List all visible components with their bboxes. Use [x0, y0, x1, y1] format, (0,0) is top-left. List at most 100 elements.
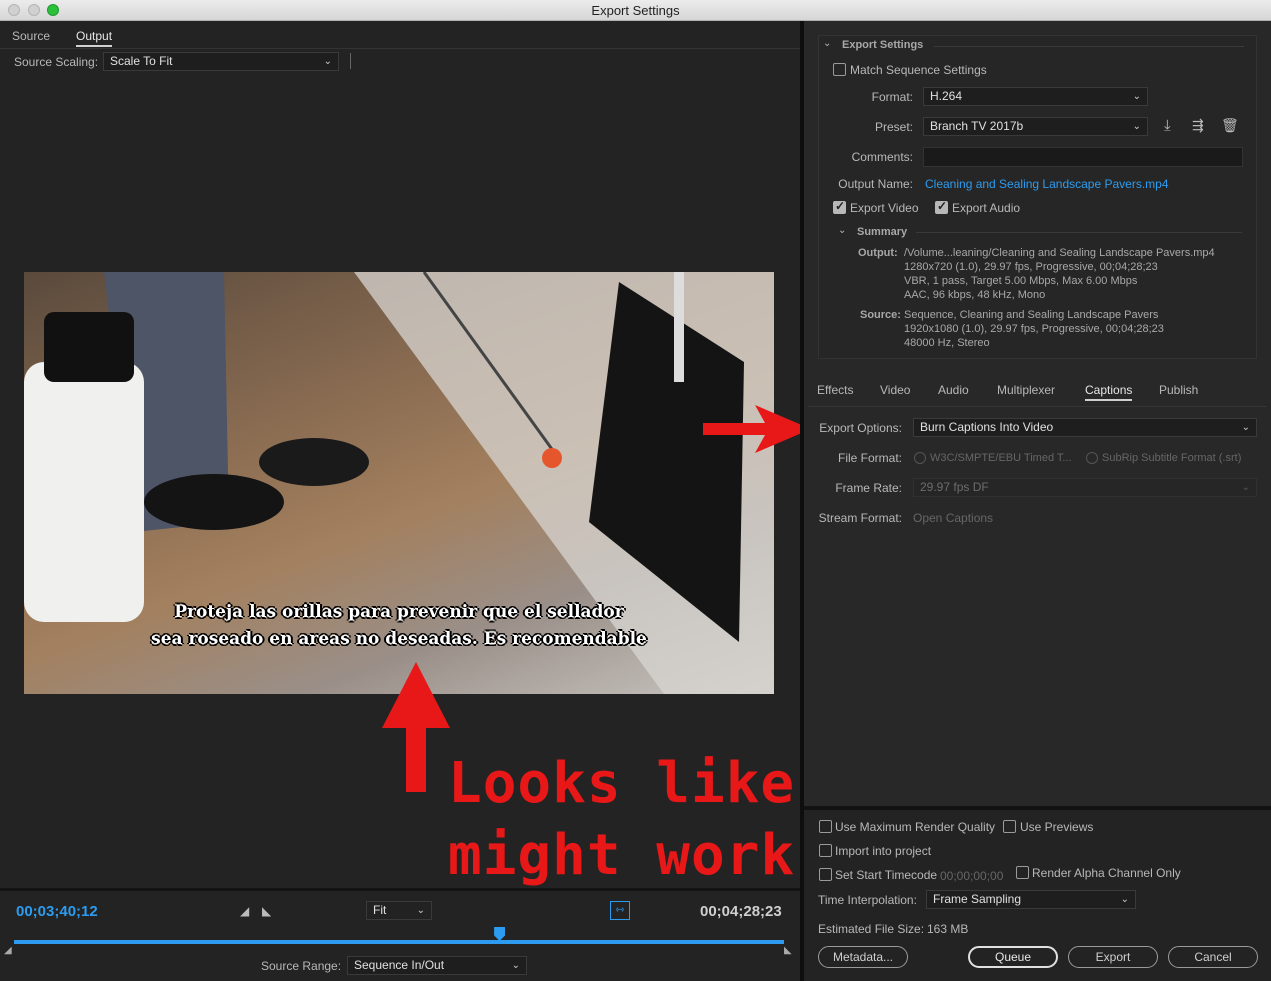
toolbar-separator — [350, 53, 351, 69]
file-format-option-timed-text: W3C/SMPTE/EBU Timed T... — [930, 452, 1072, 464]
zoom-window-button[interactable] — [47, 4, 59, 16]
frame-rate-value: 29.97 fps DF — [920, 480, 989, 494]
comments-input[interactable] — [923, 147, 1243, 167]
mark-out-icon[interactable]: ◣ — [262, 904, 271, 918]
nozzle-shape — [542, 448, 562, 468]
shoe-shape — [259, 438, 369, 486]
file-size-value: 163 MB — [927, 922, 969, 936]
tab-video[interactable]: Video — [880, 383, 910, 397]
chevron-down-icon[interactable]: ⌄ — [838, 225, 846, 236]
use-previews-checkbox[interactable] — [1003, 820, 1016, 833]
chevron-down-icon: ⌄ — [511, 960, 520, 971]
section-rule — [916, 232, 1242, 233]
preset-select[interactable]: Branch TV 2017b ⌄ — [923, 117, 1148, 136]
file-format-label: File Format: — [837, 451, 902, 465]
chevron-down-icon: ⌄ — [1241, 422, 1250, 433]
summary-header: Summary — [857, 226, 908, 238]
max-render-quality-checkbox[interactable] — [819, 820, 832, 833]
output-name-link[interactable]: Cleaning and Sealing Landscape Pavers.mp… — [925, 177, 1169, 191]
use-previews-label: Use Previews — [1020, 820, 1094, 834]
fit-range-icon[interactable]: ⇿ — [610, 901, 630, 920]
time-interpolation-label: Time Interpolation: — [818, 893, 917, 907]
arrow-up-icon — [382, 662, 450, 792]
file-size-label: Estimated File Size: — [818, 922, 925, 936]
zoom-select[interactable]: Fit ⌄ — [366, 901, 432, 920]
chevron-down-icon[interactable]: ⌄ — [823, 38, 831, 49]
delete-preset-icon[interactable]: 🗑 — [1221, 117, 1239, 134]
stream-format-label: Stream Format: — [818, 511, 902, 525]
tab-audio[interactable]: Audio — [938, 383, 969, 397]
set-start-timecode-label: Set Start Timecode — [835, 868, 938, 882]
chevron-down-icon: ⌄ — [1132, 91, 1141, 102]
range-end-handle-icon[interactable]: ◣ — [784, 945, 792, 956]
time-interpolation-select[interactable]: Frame Sampling ⌄ — [926, 890, 1136, 909]
tab-publish[interactable]: Publish — [1159, 383, 1198, 397]
arrow-right-icon — [703, 405, 811, 453]
render-alpha-checkbox[interactable] — [1016, 866, 1029, 879]
metadata-button[interactable]: Metadata... — [818, 946, 908, 968]
queue-button[interactable]: Queue — [968, 946, 1058, 968]
format-select[interactable]: H.264 ⌄ — [923, 87, 1148, 106]
file-format-radio-timed-text[interactable] — [914, 452, 926, 464]
pole-shape — [674, 272, 684, 382]
title-bar: Export Settings — [0, 0, 1271, 21]
source-scaling-label: Source Scaling: — [14, 55, 99, 69]
preset-label: Preset: — [874, 120, 913, 134]
window-title: Export Settings — [591, 3, 680, 18]
summary-source-label: Source: — [860, 309, 901, 321]
summary-output-line: /Volume...leaning/Cleaning and Sealing L… — [904, 247, 1215, 259]
start-timecode-value[interactable]: 00;00;00;00 — [940, 869, 1003, 883]
summary-output-label: Output: — [858, 247, 898, 259]
export-button[interactable]: Export — [1068, 946, 1158, 968]
sprayer-pump-shape — [44, 312, 134, 382]
tab-output[interactable]: Output — [76, 29, 113, 47]
sprayer-tank-shape — [24, 362, 144, 622]
zoom-value: Fit — [373, 903, 387, 917]
cancel-button[interactable]: Cancel — [1168, 946, 1258, 968]
source-scaling-select[interactable]: Scale To Fit ⌄ — [103, 52, 339, 71]
tab-divider — [808, 406, 1267, 407]
import-preset-icon[interactable]: ⇶ — [1192, 117, 1204, 134]
section-rule — [934, 46, 1244, 47]
range-start-handle-icon[interactable]: ◢ — [4, 945, 12, 956]
chevron-down-icon: ⌄ — [323, 56, 332, 67]
import-into-project-checkbox[interactable] — [819, 844, 832, 857]
current-timecode[interactable]: 00;03;40;12 — [16, 903, 98, 920]
minimize-window-button[interactable] — [28, 4, 40, 16]
match-sequence-checkbox[interactable] — [833, 63, 846, 76]
close-window-button[interactable] — [8, 4, 20, 16]
mark-in-icon[interactable]: ◢ — [240, 904, 249, 918]
file-format-radio-srt[interactable] — [1086, 452, 1098, 464]
chevron-down-icon: ⌄ — [1241, 482, 1250, 493]
caption-line-2: sea roseado en areas no deseadas. Es rec… — [151, 629, 647, 649]
export-options-label: Export Options: — [819, 421, 902, 435]
max-render-quality-label: Use Maximum Render Quality — [835, 820, 996, 834]
chevron-down-icon: ⌄ — [1132, 121, 1141, 132]
tab-divider — [0, 48, 800, 49]
export-video-checkbox[interactable] — [833, 199, 846, 214]
frame-rate-label: Frame Rate: — [835, 481, 902, 495]
summary-output-line: AAC, 96 kbps, 48 kHz, Mono — [904, 289, 1046, 301]
shoe-shape — [144, 474, 284, 530]
export-audio-checkbox[interactable] — [935, 199, 948, 214]
summary-output-line: VBR, 1 pass, Target 5.00 Mbps, Max 6.00 … — [904, 275, 1138, 287]
tab-captions[interactable]: Captions — [1085, 383, 1133, 401]
set-start-timecode-checkbox[interactable] — [819, 868, 832, 881]
format-label: Format: — [871, 90, 913, 104]
export-options-select[interactable]: Burn Captions Into Video ⌄ — [913, 418, 1257, 437]
tab-source[interactable]: Source — [12, 29, 50, 43]
file-format-option-srt: SubRip Subtitle Format (.srt) — [1102, 452, 1242, 464]
tab-multiplexer[interactable]: Multiplexer — [997, 383, 1055, 397]
output-name-label: Output Name: — [838, 177, 913, 191]
chevron-down-icon: ⌄ — [416, 905, 425, 916]
tab-effects[interactable]: Effects — [817, 383, 853, 397]
summary-source-line: 1920x1080 (1.0), 29.97 fps, Progressive,… — [904, 323, 1164, 335]
format-value: H.264 — [930, 89, 963, 103]
frame-rate-select[interactable]: 29.97 fps DF ⌄ — [913, 478, 1257, 497]
timeline-separator — [0, 888, 800, 891]
export-video-label: Export Video — [850, 201, 919, 215]
source-range-select[interactable]: Sequence In/Out ⌄ — [347, 956, 527, 975]
save-preset-icon[interactable]: ⤓ — [1164, 117, 1171, 134]
timeline-track[interactable] — [14, 940, 784, 944]
render-alpha-label: Render Alpha Channel Only — [1032, 866, 1181, 880]
